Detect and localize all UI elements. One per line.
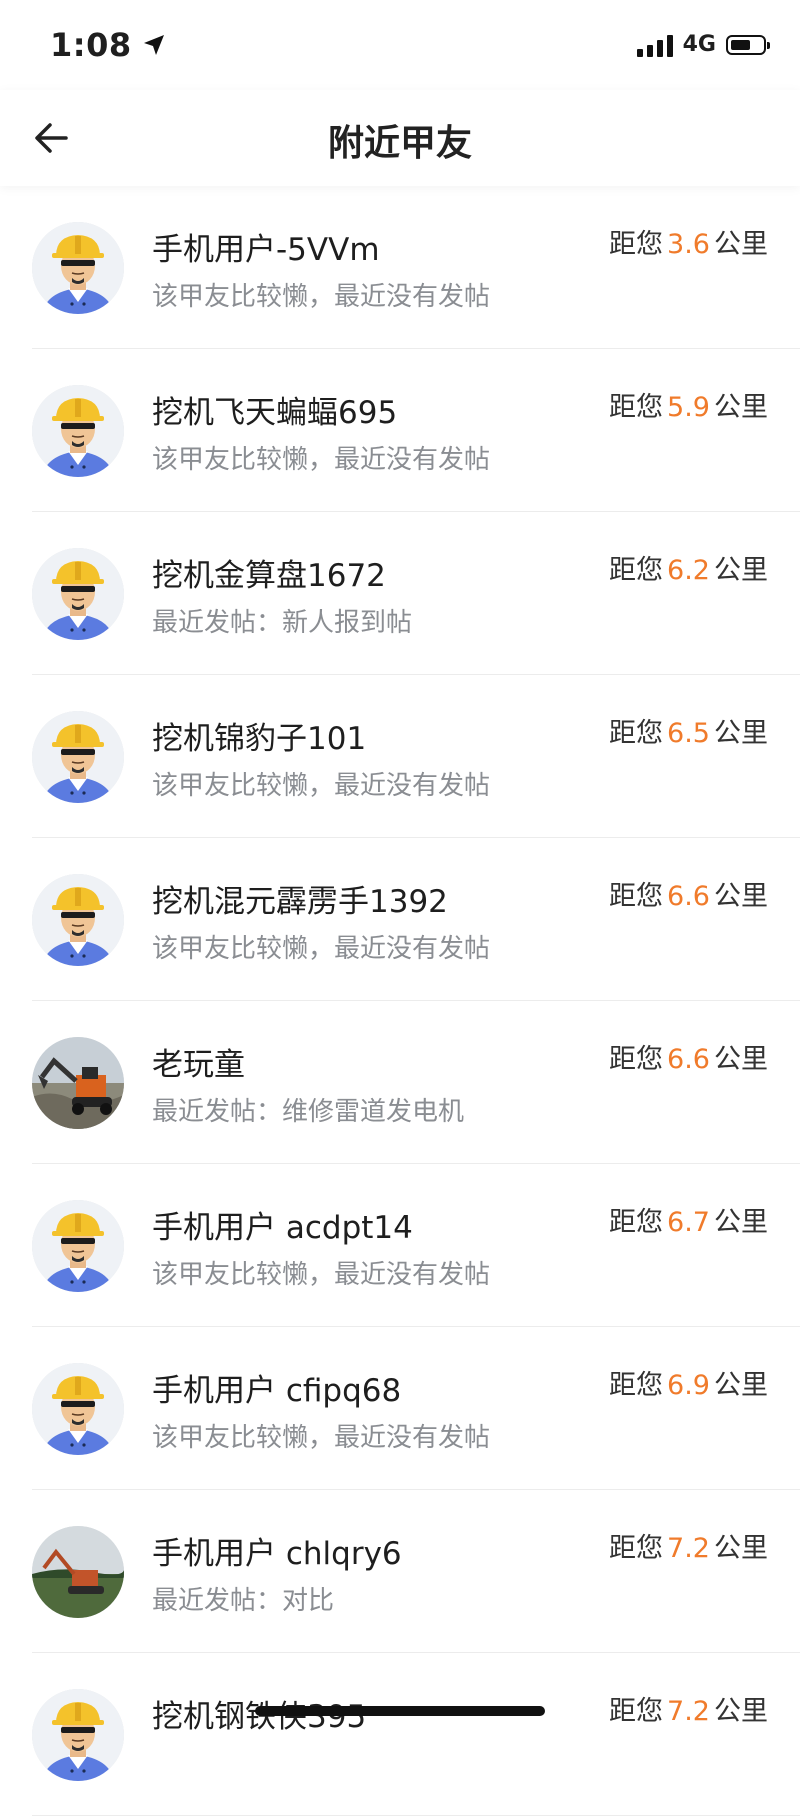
distance-value: 6.2: [667, 555, 710, 586]
distance-unit: 公里: [714, 881, 768, 912]
distance-value: 6.7: [667, 1207, 710, 1238]
distance-value: 3.6: [667, 229, 710, 260]
status-indicators: 4G: [636, 32, 770, 57]
user-avatar[interactable]: [32, 874, 124, 966]
distance-unit: 公里: [714, 1207, 768, 1238]
status-time: 1:08: [50, 26, 166, 64]
user-avatar[interactable]: [32, 385, 124, 477]
user-latest-post: 最近发帖：维修雷道发电机: [152, 1097, 465, 1127]
user-list-item[interactable]: 手机用户 acdpt14 该甲友比较懒，最近没有发帖 距您 6.7 公里: [32, 1164, 800, 1327]
user-list-item[interactable]: 挖机金算盘1672 最近发帖：新人报到帖 距您 6.2 公里: [32, 512, 800, 675]
distance-prefix: 距您: [609, 881, 664, 912]
user-latest-post: 该甲友比较懒，最近没有发帖: [152, 1423, 491, 1453]
distance-value: 6.5: [667, 718, 710, 749]
user-avatar[interactable]: [32, 1526, 124, 1618]
network-type: 4G: [682, 32, 716, 57]
distance-unit: 公里: [714, 1044, 768, 1075]
distance-prefix: 距您: [609, 1370, 664, 1401]
distance-prefix: 距您: [609, 718, 664, 749]
user-avatar[interactable]: [32, 1363, 124, 1455]
distance-prefix: 距您: [609, 1533, 664, 1564]
distance-prefix: 距您: [609, 1044, 664, 1075]
user-name: 老玩童: [152, 1047, 245, 1083]
distance-unit: 公里: [714, 392, 768, 423]
distance-prefix: 距您: [609, 392, 664, 423]
user-latest-post: 该甲友比较懒，最近没有发帖: [152, 445, 491, 475]
distance-prefix: 距您: [609, 229, 664, 260]
distance-value: 6.6: [667, 1044, 710, 1075]
navigation-bar: 附近甲友: [0, 90, 800, 186]
distance-value: 6.9: [667, 1370, 710, 1401]
battery-icon: [726, 34, 770, 55]
distance-prefix: 距您: [609, 555, 664, 586]
user-list-item[interactable]: 挖机飞天蝙蝠695 该甲友比较懒，最近没有发帖 距您 5.9 公里: [32, 349, 800, 512]
user-list-item[interactable]: 手机用户 chlqry6 最近发帖：对比 距您 7.2 公里: [32, 1490, 800, 1653]
distance-unit: 公里: [714, 1533, 768, 1564]
user-latest-post: 该甲友比较懒，最近没有发帖: [152, 1260, 491, 1290]
cellular-signal-icon: [636, 33, 673, 57]
status-bar: 1:08 4G: [0, 0, 800, 90]
user-avatar[interactable]: [32, 711, 124, 803]
user-name: 手机用户-5VVm: [152, 232, 380, 268]
distance-unit: 公里: [714, 718, 768, 749]
distance-unit: 公里: [714, 555, 768, 586]
distance-value: 5.9: [667, 392, 710, 423]
user-distance: 距您 7.2 公里: [609, 1526, 768, 1565]
user-distance: 距您 7.2 公里: [609, 1689, 768, 1728]
user-name: 挖机金算盘1672: [152, 558, 386, 594]
distance-value: 7.2: [667, 1533, 710, 1564]
user-latest-post: 该甲友比较懒，最近没有发帖: [152, 771, 491, 801]
user-avatar[interactable]: [32, 1037, 124, 1129]
user-avatar[interactable]: [32, 548, 124, 640]
user-name: 手机用户 cfipq68: [152, 1373, 402, 1409]
distance-unit: 公里: [714, 1696, 768, 1727]
time-text: 1:08: [50, 26, 132, 64]
user-latest-post: 最近发帖：新人报到帖: [152, 608, 413, 638]
user-list-item[interactable]: 挖机锦豹子101 该甲友比较懒，最近没有发帖 距您 6.5 公里: [32, 675, 800, 838]
distance-unit: 公里: [714, 229, 768, 260]
nearby-user-list: 手机用户-5VVm 该甲友比较懒，最近没有发帖 距您 3.6 公里 挖机飞天蝙蝠695 该…: [0, 186, 800, 1816]
distance-value: 6.6: [667, 881, 710, 912]
distance-unit: 公里: [714, 1370, 768, 1401]
distance-prefix: 距您: [609, 1207, 664, 1238]
user-distance: 距您 6.6 公里: [609, 874, 768, 913]
page-title: 附近甲友: [327, 123, 472, 164]
user-avatar[interactable]: [32, 222, 124, 314]
user-avatar[interactable]: [32, 1689, 124, 1781]
user-distance: 距您 6.2 公里: [609, 548, 768, 587]
distance-value: 7.2: [667, 1696, 710, 1727]
user-list-item[interactable]: 挖机钢铁侠395 距您 7.2 公里: [32, 1653, 800, 1816]
user-distance: 距您 6.6 公里: [609, 1037, 768, 1076]
user-latest-post: 该甲友比较懒，最近没有发帖: [152, 934, 491, 964]
home-indicator: [255, 1706, 545, 1716]
user-distance: 距您 5.9 公里: [609, 385, 768, 424]
user-latest-post: 该甲友比较懒，最近没有发帖: [152, 282, 491, 312]
user-avatar[interactable]: [32, 1200, 124, 1292]
location-arrow-icon: [143, 35, 164, 55]
user-distance: 距您 3.6 公里: [609, 222, 768, 261]
user-distance: 距您 6.9 公里: [609, 1363, 768, 1402]
user-name: 挖机锦豹子101: [152, 721, 367, 757]
user-name: 手机用户 chlqry6: [152, 1536, 402, 1572]
user-list-item[interactable]: 老玩童最近发帖：维修雷道发电机 距您 6.6 公里: [32, 1001, 800, 1164]
user-distance: 距您 6.7 公里: [609, 1200, 768, 1239]
user-latest-post: 最近发帖：对比: [152, 1586, 335, 1616]
user-name: 挖机混元霹雳手1392: [152, 884, 448, 920]
user-list-item[interactable]: 手机用户 cfipq68 该甲友比较懒，最近没有发帖 距您 6.9 公里: [32, 1327, 800, 1490]
user-list-item[interactable]: 手机用户-5VVm 该甲友比较懒，最近没有发帖 距您 3.6 公里: [32, 186, 800, 349]
user-list-item[interactable]: 挖机混元霹雳手1392 该甲友比较懒，最近没有发帖 距您 6.6 公里: [32, 838, 800, 1001]
distance-prefix: 距您: [609, 1696, 664, 1727]
user-distance: 距您 6.5 公里: [609, 711, 768, 750]
user-name: 挖机飞天蝙蝠695: [152, 395, 398, 431]
user-name: 手机用户 acdpt14: [152, 1210, 413, 1246]
